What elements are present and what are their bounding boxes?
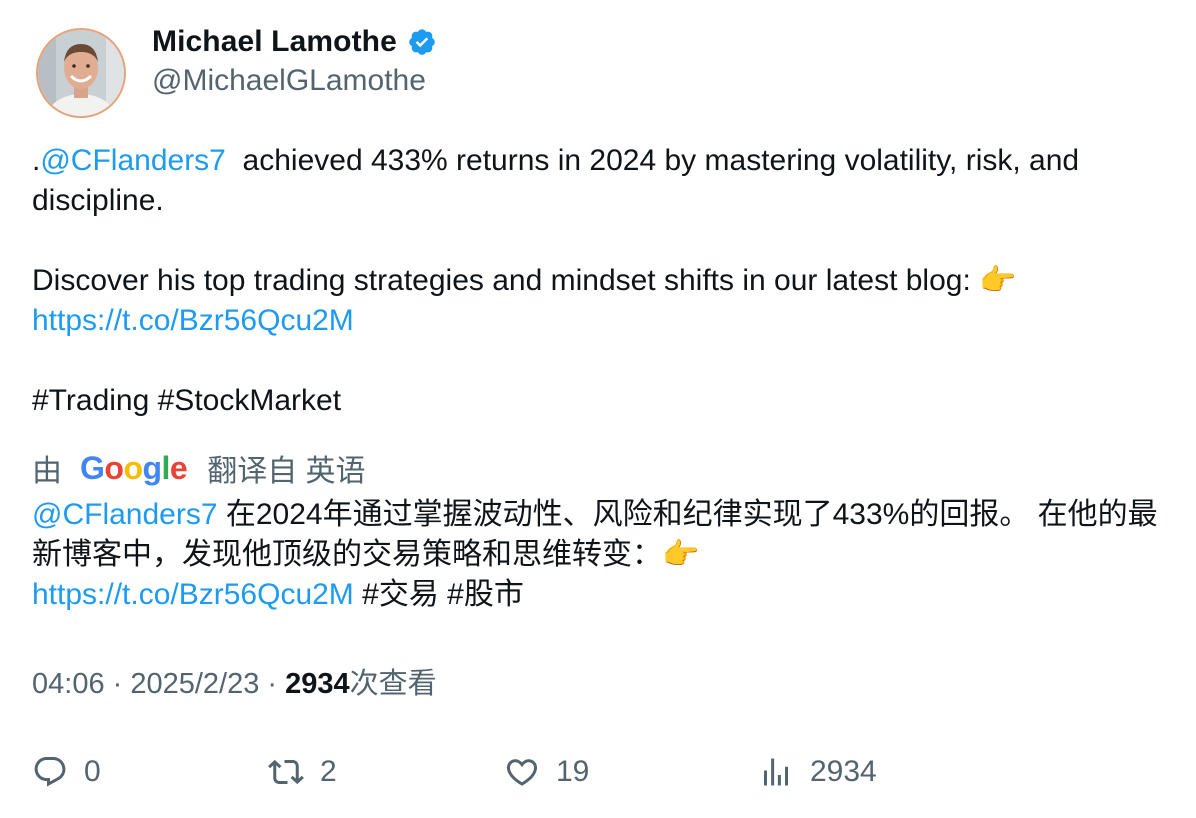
author-name-row: Michael Lamothe xyxy=(152,22,437,62)
retweet-button[interactable]: 2 xyxy=(268,750,337,794)
reply-button[interactable]: 0 xyxy=(32,750,101,794)
views-button[interactable]: 2934 xyxy=(758,750,877,794)
analytics-icon xyxy=(764,758,788,786)
verified-badge-icon xyxy=(407,27,437,57)
author-handle[interactable]: @MichaelGLamothe xyxy=(152,62,426,100)
tweet-paragraph-2: Discover his top trading strategies and … xyxy=(32,261,1162,341)
avatar[interactable] xyxy=(36,28,126,118)
translation-suffix: 翻译自 英语 xyxy=(207,455,366,488)
tweet-hashtags[interactable]: #Trading #StockMarket xyxy=(32,381,1162,421)
meta-separator: · xyxy=(104,668,131,700)
tweet-body: .@CFlanders7 achieved 433% returns in 20… xyxy=(32,141,1162,421)
like-button[interactable]: 19 xyxy=(504,750,589,794)
like-count: 19 xyxy=(556,755,590,788)
google-logo: Google xyxy=(80,449,188,486)
translation-attribution[interactable]: 由 Google 翻译自 英语 xyxy=(32,447,366,489)
translated-mention-link[interactable]: @CFlanders7 xyxy=(32,498,218,531)
author-display-name[interactable]: Michael Lamothe xyxy=(152,25,397,59)
tweet-paragraph-1: .@CFlanders7 achieved 433% returns in 20… xyxy=(32,141,1162,221)
action-bar: 0 2 19 2934 xyxy=(32,750,1162,794)
mention-link[interactable]: @CFlanders7 xyxy=(40,144,226,177)
blog-link[interactable]: https://t.co/Bzr56Qcu2M xyxy=(32,304,354,337)
reply-count: 0 xyxy=(84,755,101,788)
tweet-text-line2: Discover his top trading strategies and … xyxy=(32,264,1017,297)
reply-icon xyxy=(34,757,66,787)
tweet-time[interactable]: 04:06 xyxy=(32,668,105,700)
avatar-photo xyxy=(38,30,124,116)
translated-blog-link[interactable]: https://t.co/Bzr56Qcu2M xyxy=(32,578,354,611)
heart-icon xyxy=(506,759,538,786)
retweet-icon xyxy=(268,759,304,785)
translation-prefix: 由 xyxy=(32,455,62,488)
views-count-label: 2934 xyxy=(285,668,350,700)
views-label: 次查看 xyxy=(349,668,437,700)
views-count: 2934 xyxy=(810,755,877,788)
retweet-count: 2 xyxy=(320,755,337,788)
translated-text: @CFlanders7 在2024年通过掌握波动性、风险和纪律实现了433%的回… xyxy=(32,495,1162,615)
translated-hashtags[interactable]: #交易 #股市 xyxy=(354,578,524,611)
meta-separator: · xyxy=(259,668,286,700)
tweet-date[interactable]: 2025/2/23 xyxy=(130,668,259,700)
tweet-meta: 04:06 · 2025/2/23 · 2934次查看 xyxy=(32,664,437,704)
